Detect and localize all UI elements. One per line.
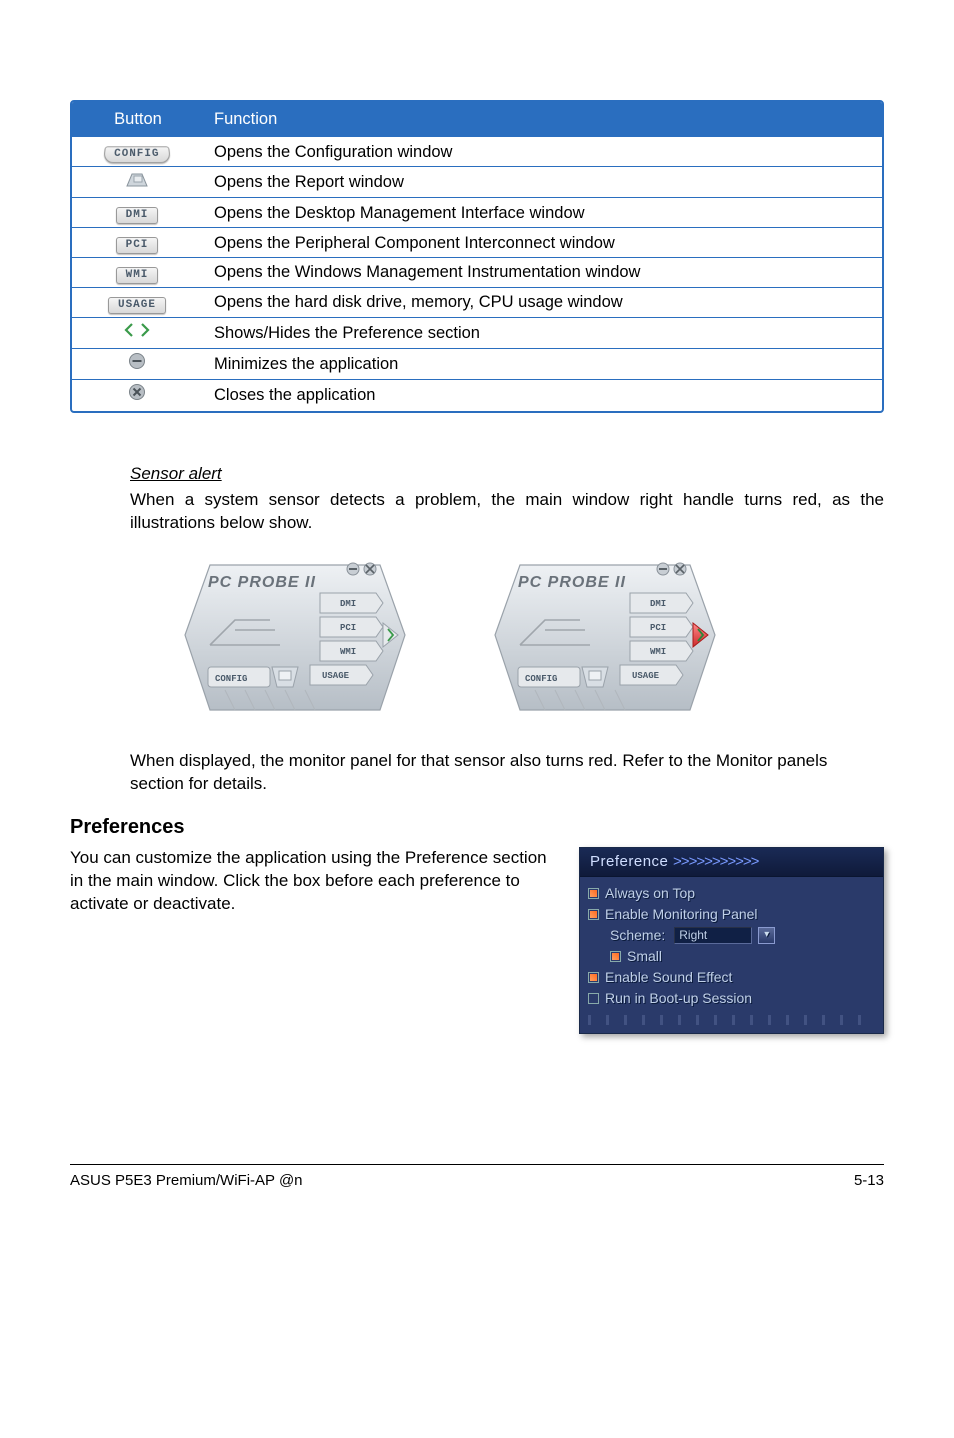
checkbox-icon[interactable]: [588, 993, 599, 1004]
svg-text:CONFIG: CONFIG: [215, 674, 247, 684]
pref-label: Enable Monitoring Panel: [605, 905, 758, 924]
svg-text:PC PROBE II: PC PROBE II: [518, 574, 626, 591]
probe-title: PC PROBE II: [208, 574, 316, 591]
table-row: Minimizes the application: [72, 349, 882, 380]
checkbox-icon[interactable]: [588, 888, 599, 899]
pref-enable-monitoring[interactable]: Enable Monitoring Panel: [588, 904, 875, 925]
func-text: Opens the Report window: [202, 167, 882, 198]
sensor-alert-heading: Sensor alert: [130, 463, 884, 486]
sensor-alert-text: When a system sensor detects a problem, …: [130, 489, 884, 535]
func-text: Opens the Windows Management Instrumenta…: [202, 258, 882, 288]
pref-run-boot[interactable]: Run in Boot-up Session: [588, 988, 875, 1009]
th-button: Button: [72, 102, 202, 137]
preference-panel-title: Preference >>>>>>>>>>>: [580, 848, 883, 877]
panel-dots-decor: [588, 1015, 875, 1025]
table-row: Shows/Hides the Preference section: [72, 317, 882, 348]
pref-enable-sound[interactable]: Enable Sound Effect: [588, 967, 875, 988]
table-row: Closes the application: [72, 380, 882, 411]
table-row: DMI Opens the Desktop Management Interfa…: [72, 198, 882, 228]
report-icon: [124, 170, 150, 188]
scheme-label: Scheme:: [610, 926, 665, 945]
chevrons-icon: >>>>>>>>>>>: [673, 853, 758, 870]
svg-text:WMI: WMI: [650, 647, 666, 657]
pc-probe-widget-alert: PC PROBE II DMI PCI WMI USAGE CONFIG: [490, 555, 720, 720]
func-text: Shows/Hides the Preference section: [202, 317, 882, 348]
preferences-text: You can customize the application using …: [70, 847, 549, 916]
dmi-button-icon: DMI: [116, 207, 159, 224]
pci-button-icon: PCI: [116, 237, 159, 254]
page-footer: ASUS P5E3 Premium/WiFi-AP @n 5-13: [70, 1164, 884, 1191]
pc-probe-widget-normal: PC PROBE II DMI PCI WMI USAGE CONFIG: [180, 555, 410, 720]
pref-label: Small: [627, 947, 662, 966]
sensor-after-text: When displayed, the monitor panel for th…: [130, 750, 884, 796]
func-text: Opens the Desktop Management Interface w…: [202, 198, 882, 228]
pref-always-on-top[interactable]: Always on Top: [588, 883, 875, 904]
svg-text:PCI: PCI: [650, 623, 666, 633]
show-hide-icon: [124, 321, 150, 339]
preference-panel: Preference >>>>>>>>>>> Always on Top Ena…: [579, 847, 884, 1034]
th-function: Function: [202, 102, 882, 137]
table-row: USAGE Opens the hard disk drive, memory,…: [72, 287, 882, 317]
func-text: Closes the application: [202, 380, 882, 411]
checkbox-icon[interactable]: [610, 951, 621, 962]
config-button-icon: CONFIG: [103, 147, 171, 164]
minimize-icon: [124, 352, 150, 370]
scheme-select[interactable]: Right: [674, 927, 752, 944]
func-text: Minimizes the application: [202, 349, 882, 380]
svg-text:DMI: DMI: [340, 599, 356, 609]
pref-label: Run in Boot-up Session: [605, 989, 752, 1008]
preference-title-text: Preference: [590, 853, 673, 870]
footer-right: 5-13: [854, 1171, 884, 1191]
pref-small[interactable]: Small: [610, 946, 875, 967]
func-text: Opens the hard disk drive, memory, CPU u…: [202, 287, 882, 317]
svg-text:USAGE: USAGE: [322, 671, 350, 681]
close-icon: [124, 383, 150, 401]
svg-text:CONFIG: CONFIG: [525, 674, 557, 684]
wmi-button-icon: WMI: [116, 267, 159, 284]
button-function-table: Button Function CONFIG Opens the Configu…: [70, 100, 884, 413]
table-row: Opens the Report window: [72, 167, 882, 198]
func-text: Opens the Configuration window: [202, 137, 882, 167]
svg-text:WMI: WMI: [340, 647, 356, 657]
footer-left: ASUS P5E3 Premium/WiFi-AP @n: [70, 1171, 303, 1191]
func-text: Opens the Peripheral Component Interconn…: [202, 228, 882, 258]
svg-text:DMI: DMI: [650, 599, 666, 609]
table-row: WMI Opens the Windows Management Instrum…: [72, 258, 882, 288]
checkbox-icon[interactable]: [588, 909, 599, 920]
table-row: CONFIG Opens the Configuration window: [72, 137, 882, 167]
pref-scheme-row: Scheme: Right ▾: [610, 925, 875, 946]
table-row: PCI Opens the Peripheral Component Inter…: [72, 228, 882, 258]
svg-text:PCI: PCI: [340, 623, 356, 633]
usage-button-icon: USAGE: [108, 297, 166, 314]
probe-illustrations: PC PROBE II DMI PCI WMI USAGE CONFIG: [180, 555, 884, 720]
preferences-heading: Preferences: [70, 814, 884, 841]
pref-label: Enable Sound Effect: [605, 968, 732, 987]
svg-text:USAGE: USAGE: [632, 671, 660, 681]
scheme-dropdown-button[interactable]: ▾: [758, 927, 775, 944]
pref-label: Always on Top: [605, 884, 695, 903]
checkbox-icon[interactable]: [588, 972, 599, 983]
